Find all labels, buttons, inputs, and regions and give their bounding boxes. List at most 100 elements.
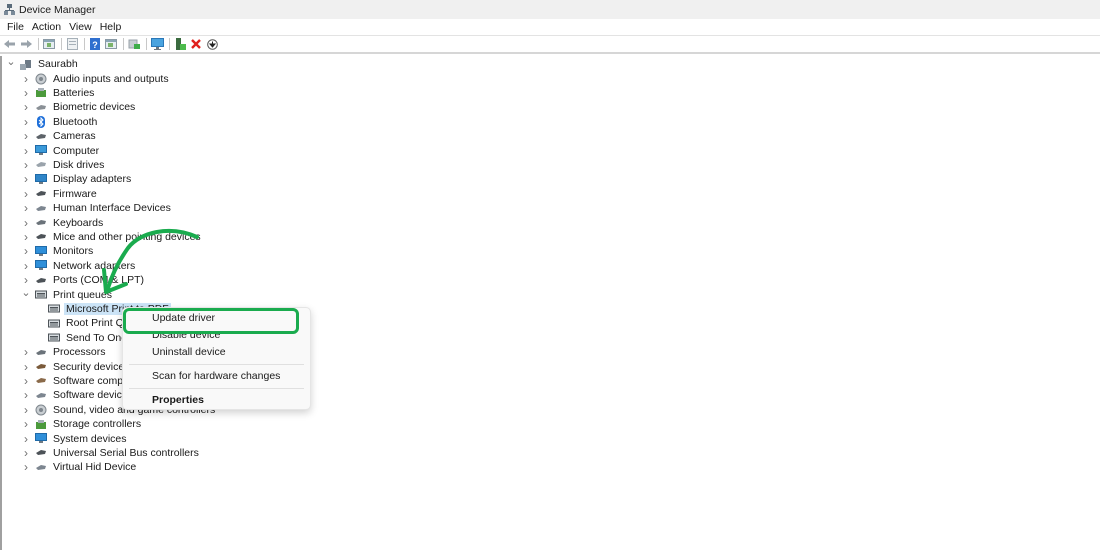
action-pane-button[interactable] — [104, 37, 118, 51]
chevron-down-icon[interactable]: ⌄ — [6, 55, 16, 68]
properties-icon — [66, 38, 78, 50]
chevron-right-icon[interactable]: › — [21, 100, 31, 114]
tree-item-label: Keyboards — [53, 216, 104, 229]
tree-category-virtual-hid-device[interactable]: › Virtual Hid Device — [21, 460, 138, 474]
tree-category-computer[interactable]: › Computer — [21, 143, 101, 158]
chevron-right-icon[interactable]: › — [21, 403, 31, 417]
chevron-right-icon[interactable]: › — [21, 374, 31, 388]
chevron-right-icon[interactable]: › — [21, 230, 31, 244]
biometric-icon — [35, 102, 47, 113]
battery-icon — [35, 87, 47, 98]
tree-root-saurabh[interactable]: ⌄ Saurabh — [6, 55, 80, 71]
chevron-right-icon[interactable]: › — [21, 172, 31, 186]
tree-item-label: Ports (COM & LPT) — [53, 274, 145, 287]
chevron-right-icon[interactable]: › — [21, 388, 31, 402]
device-manager-icon — [4, 4, 15, 15]
disk-drive-icon — [35, 159, 47, 170]
uninstall-device-button[interactable] — [189, 37, 203, 51]
chevron-right-icon[interactable]: › — [21, 144, 31, 158]
chevron-right-icon[interactable]: › — [21, 158, 31, 172]
chevron-right-icon[interactable]: › — [21, 417, 31, 431]
tree-category-batteries[interactable]: › Batteries — [21, 86, 96, 100]
menu-item-disable-device[interactable]: Disable device — [152, 333, 220, 341]
tree-category-audio-inputs-and-outputs[interactable]: › Audio inputs and outputs — [21, 71, 171, 86]
update-driver-icon — [128, 39, 140, 49]
chevron-right-icon[interactable]: › — [21, 360, 31, 374]
tree-category-software-devices[interactable]: › Software devices — [21, 388, 135, 402]
menu-item-uninstall-device[interactable]: Uninstall device — [152, 346, 226, 358]
tree-category-keyboards[interactable]: › Keyboards — [21, 215, 105, 230]
menu-bar: File Action View Help — [0, 19, 1100, 36]
chevron-right-icon[interactable]: › — [21, 432, 31, 446]
chevron-right-icon[interactable]: › — [21, 72, 31, 86]
tree-category-human-interface-devices[interactable]: › Human Interface Devices — [21, 201, 173, 215]
menu-help[interactable]: Help — [96, 21, 126, 33]
show-hide-console-tree-button[interactable] — [42, 37, 56, 51]
device-tree[interactable]: ⌄ Saurabh › Audio inputs and outputs › Batter… — [0, 56, 1100, 550]
tree-category-bluetooth[interactable]: › Bluetooth — [21, 115, 99, 129]
tree-category-print-queues[interactable]: ⌄ Print queues — [21, 287, 114, 301]
toolbar-separator — [123, 38, 124, 50]
tree-item-label: Virtual Hid Device — [53, 461, 137, 474]
menu-item-properties[interactable]: Properties — [152, 394, 204, 406]
chevron-right-icon[interactable]: › — [21, 460, 31, 474]
tree-item-label: Print queues — [53, 288, 112, 301]
menu-item-update-driver[interactable]: Update driver — [152, 312, 215, 324]
disable-device-button[interactable] — [205, 37, 219, 51]
update-driver-button[interactable] — [127, 37, 141, 51]
arrow-left-icon — [4, 40, 15, 48]
add-legacy-hardware-button[interactable] — [173, 37, 187, 51]
back-button[interactable] — [3, 37, 17, 51]
tree-category-biometric-devices[interactable]: › Biometric devices — [21, 100, 137, 114]
printer-icon — [48, 318, 60, 329]
add-hardware-icon — [175, 38, 186, 50]
tree-category-universal-serial-bus-controllers[interactable]: › Universal Serial Bus controllers — [21, 446, 201, 460]
network-adapter-icon — [35, 260, 47, 271]
keyboard-icon — [35, 217, 47, 228]
help-button[interactable]: ? — [88, 37, 102, 51]
bluetooth-icon — [35, 116, 47, 129]
menu-item-scan-hardware[interactable]: Scan for hardware changes — [152, 370, 280, 382]
tree-item-label: Computer — [53, 144, 100, 157]
tree-item-label: Saurabh — [38, 58, 78, 71]
tree-item-label: Network adapters — [53, 259, 136, 272]
scan-hardware-button[interactable] — [150, 37, 164, 51]
menu-action[interactable]: Action — [28, 21, 65, 33]
toolbar-separator — [61, 38, 62, 50]
tree-category-display-adapters[interactable]: › Display adapters — [21, 172, 133, 186]
tree-item-label: Audio inputs and outputs — [53, 72, 169, 85]
chevron-right-icon[interactable]: › — [21, 115, 31, 129]
hid-icon — [35, 462, 47, 473]
chevron-right-icon[interactable]: › — [21, 244, 31, 258]
chevron-right-icon[interactable]: › — [21, 345, 31, 359]
printer-icon — [48, 332, 60, 343]
chevron-right-icon[interactable]: › — [21, 187, 31, 201]
tree-category-cameras[interactable]: › Cameras — [21, 129, 98, 143]
chevron-down-icon[interactable]: ⌄ — [21, 286, 31, 299]
tree-category-firmware[interactable]: › Firmware — [21, 187, 99, 201]
tree-category-security-devices[interactable]: › Security devices — [21, 359, 131, 374]
tree-category-storage-controllers[interactable]: › Storage controllers — [21, 417, 143, 431]
tree-category-network-adapters[interactable]: › Network adapters — [21, 259, 137, 273]
monitor-icon — [35, 245, 47, 257]
chevron-right-icon[interactable]: › — [21, 446, 31, 460]
forward-button[interactable] — [19, 37, 33, 51]
tree-category-mice-and-other-pointing-devices[interactable]: › Mice and other pointing devices — [21, 230, 203, 244]
chevron-right-icon[interactable]: › — [21, 216, 31, 230]
menu-file[interactable]: File — [3, 21, 28, 33]
chevron-right-icon[interactable]: › — [21, 129, 31, 143]
software-device-icon — [35, 390, 47, 401]
speaker-icon — [35, 73, 47, 85]
chevron-right-icon[interactable]: › — [21, 201, 31, 215]
tree-category-disk-drives[interactable]: › Disk drives — [21, 158, 106, 172]
tree-category-ports-com-lpt[interactable]: › Ports (COM & LPT) — [21, 273, 146, 287]
tree-category-system-devices[interactable]: › System devices — [21, 431, 129, 446]
window-title: Device Manager — [19, 3, 96, 16]
chevron-right-icon[interactable]: › — [21, 86, 31, 100]
properties-button[interactable] — [65, 37, 79, 51]
menu-view[interactable]: View — [65, 21, 96, 33]
tree-item-label: System devices — [53, 432, 127, 445]
tree-category-monitors[interactable]: › Monitors — [21, 244, 95, 258]
tree-category-processors[interactable]: › Processors — [21, 345, 108, 359]
chevron-right-icon[interactable]: › — [21, 259, 31, 273]
